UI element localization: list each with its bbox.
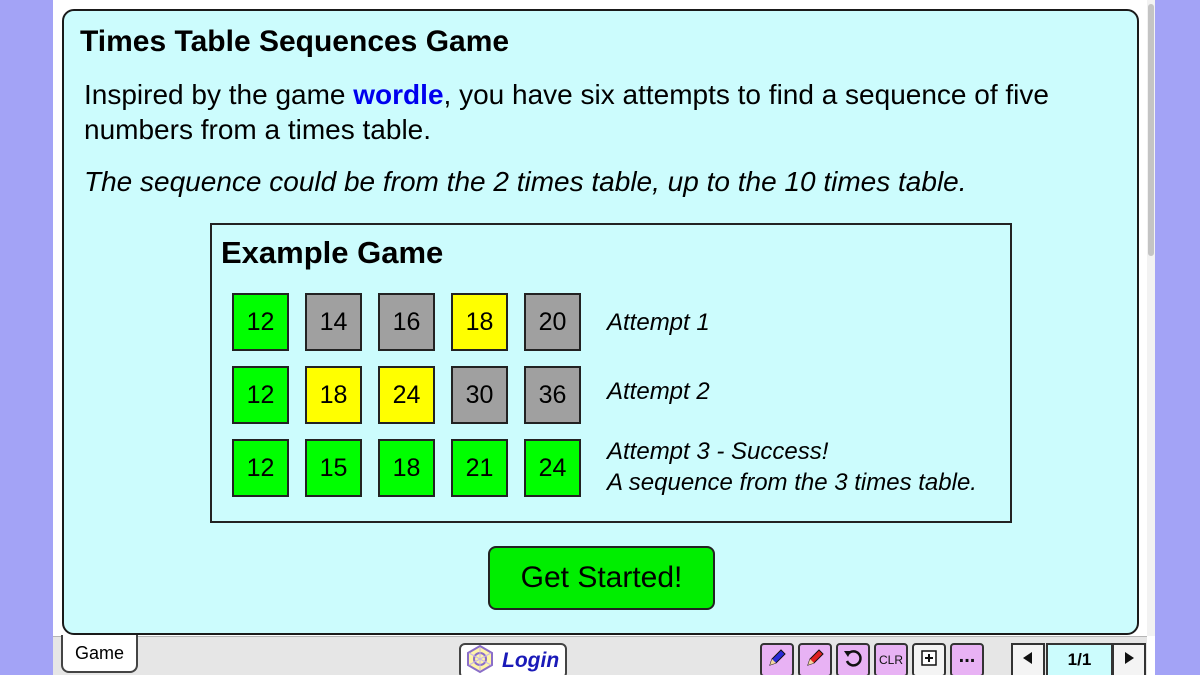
login-logo-icon: [465, 644, 495, 675]
attempt-label: Attempt 3 - Success! A sequence from the…: [607, 436, 977, 498]
intro-before: Inspired by the game: [84, 79, 354, 110]
attempt-detail-label: A sequence from the 3 times table.: [607, 469, 977, 496]
pen-blue-button[interactable]: [760, 643, 794, 675]
attempt-row-2: 12 18 24 30 36 Attempt 2: [232, 366, 1002, 424]
attempt-label: Attempt 2: [607, 378, 710, 405]
undo-button[interactable]: [836, 643, 870, 675]
next-page-button[interactable]: [1112, 643, 1146, 675]
get-started-button[interactable]: Get Started!: [488, 546, 715, 610]
content-panel: Times Table Sequences Game Inspired by t…: [62, 9, 1139, 635]
attempt-cell: 12: [232, 366, 289, 424]
attempt-cell: 30: [451, 366, 508, 424]
clear-button[interactable]: CLR: [874, 643, 908, 675]
attempt-label: Attempt 1: [607, 309, 710, 336]
attempt-cell: 18: [378, 439, 435, 497]
wordle-link[interactable]: wordle: [353, 79, 443, 110]
range-note: The sequence could be from the 2 times t…: [84, 166, 967, 197]
attempt-cell: 24: [524, 439, 581, 497]
bottom-toolbar: Game Login CLR ... 1/1: [53, 635, 1147, 675]
login-label: Login: [502, 649, 560, 672]
pen-red-button[interactable]: [798, 643, 832, 675]
pen-blue-icon: [766, 647, 788, 674]
page-title: Times Table Sequences Game: [80, 25, 510, 58]
attempt-cell: 18: [451, 293, 508, 351]
attempt-row-1: 12 14 16 18 20 Attempt 1: [232, 293, 1002, 351]
attempt-cell: 18: [305, 366, 362, 424]
scrollbar[interactable]: [1147, 0, 1155, 636]
attempt-cell: 12: [232, 439, 289, 497]
attempt-cell: 21: [451, 439, 508, 497]
intro-text: Inspired by the game wordle, you have si…: [84, 77, 1124, 147]
next-page-icon: [1121, 650, 1137, 671]
undo-icon: [842, 647, 864, 674]
attempt-cell: 24: [378, 366, 435, 424]
attempt-cell: 20: [524, 293, 581, 351]
login-button[interactable]: Login: [459, 643, 567, 675]
prev-page-icon: [1020, 650, 1036, 671]
pen-red-icon: [804, 647, 826, 674]
more-options-button[interactable]: ...: [950, 643, 984, 675]
attempt-cell: 15: [305, 439, 362, 497]
plus-icon: [919, 648, 939, 673]
attempt-cell: 16: [378, 293, 435, 351]
tab-game[interactable]: Game: [61, 635, 138, 673]
page-indicator: 1/1: [1046, 643, 1113, 675]
add-page-button[interactable]: [912, 643, 946, 675]
example-title: Example Game: [221, 235, 444, 270]
app-window: Times Table Sequences Game Inspired by t…: [53, 0, 1155, 675]
attempt-row-3: 12 15 18 21 24 Attempt 3 - Success! A se…: [232, 436, 1002, 498]
prev-page-button[interactable]: [1011, 643, 1045, 675]
attempt-cell: 36: [524, 366, 581, 424]
attempt-cell: 12: [232, 293, 289, 351]
scrollbar-thumb[interactable]: [1148, 4, 1154, 256]
example-game-box: Example Game 12 14 16 18 20 Attempt 1 12…: [210, 223, 1012, 523]
attempt-success-label: Attempt 3 - Success!: [607, 438, 829, 465]
attempt-cell: 14: [305, 293, 362, 351]
